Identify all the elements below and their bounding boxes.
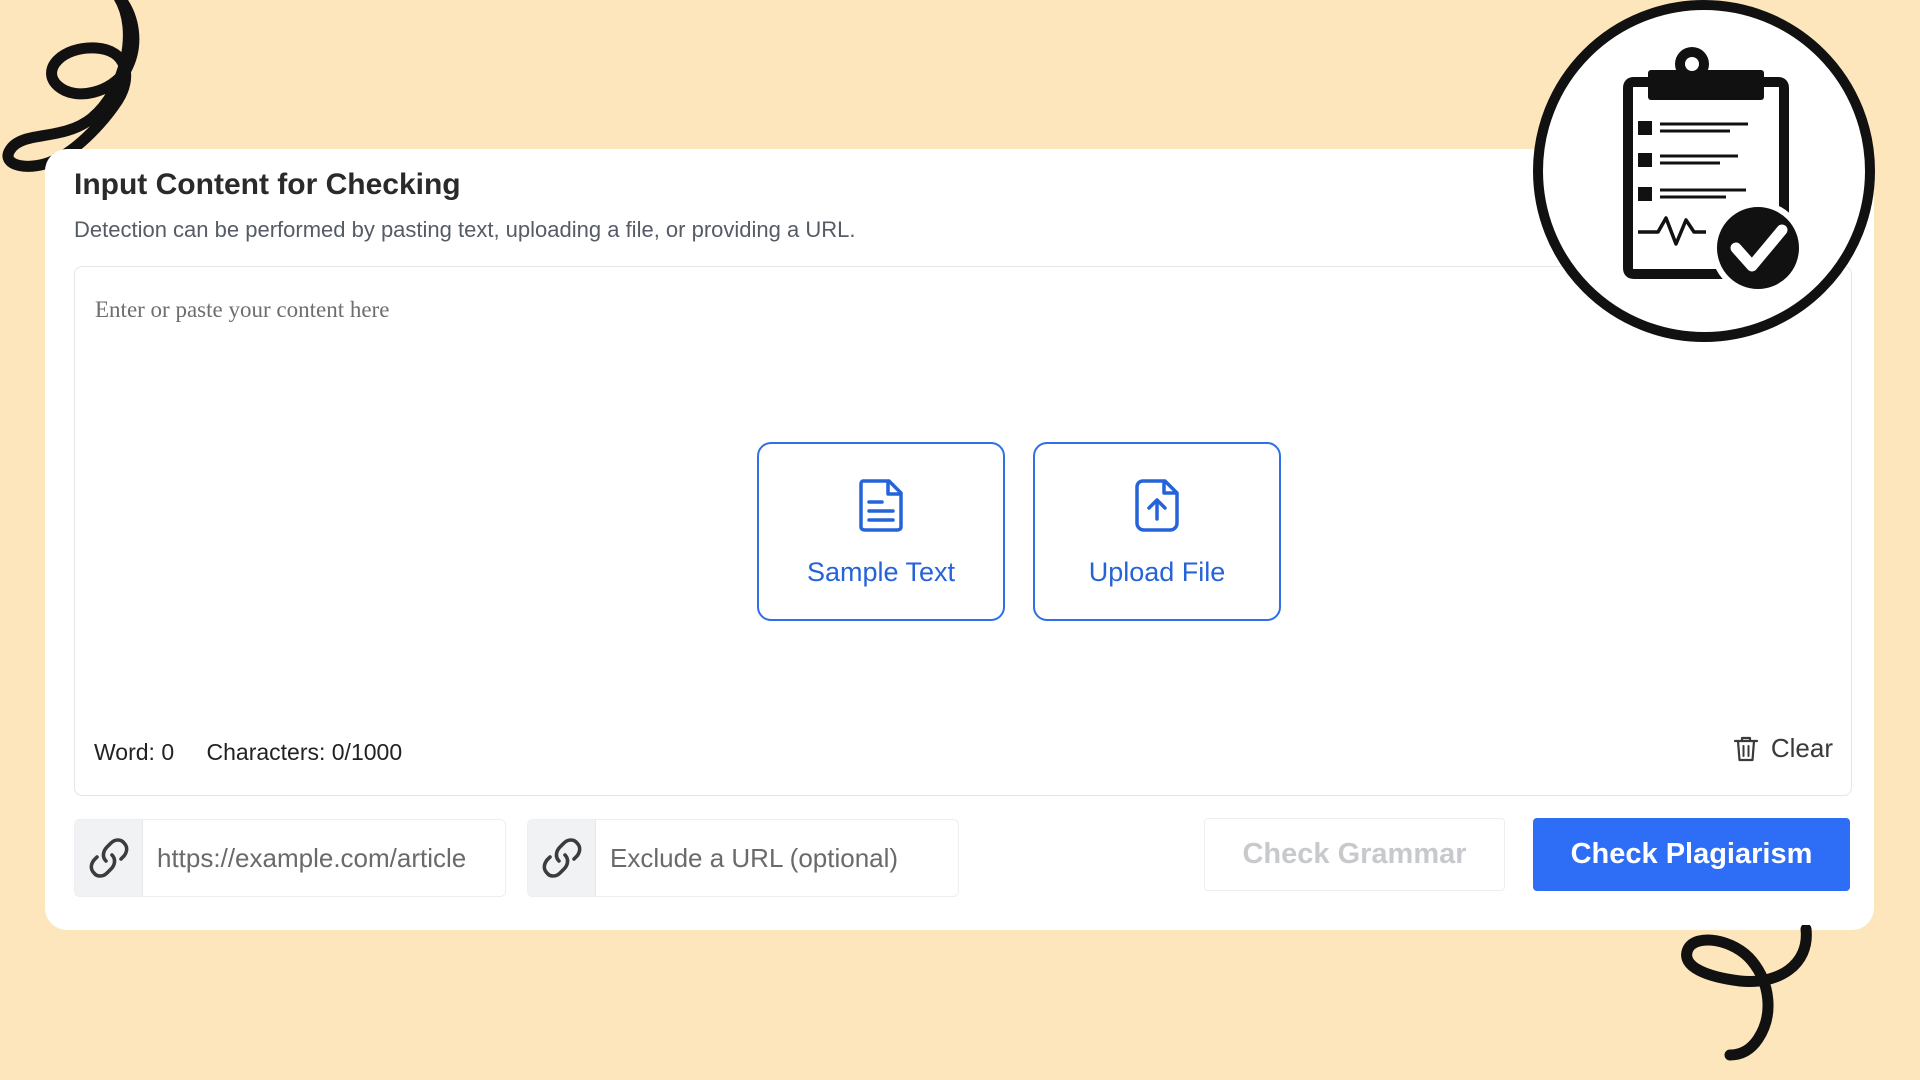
page: Input Content for Checking Detection can… xyxy=(0,0,1920,1080)
word-count: Word: 0 xyxy=(94,739,175,765)
check-grammar-button[interactable]: Check Grammar xyxy=(1204,818,1505,891)
content-editor: Sample Text Upload File Word: 0 Characte… xyxy=(74,266,1852,796)
url-icon-box xyxy=(75,820,143,896)
card-subtitle: Detection can be performed by pasting te… xyxy=(74,217,856,242)
upload-file-button[interactable]: Upload File xyxy=(1033,442,1281,621)
article-url-input[interactable] xyxy=(143,820,505,896)
clipboard-check-icon xyxy=(1533,0,1875,342)
file-upload-icon xyxy=(1135,479,1179,532)
link-icon xyxy=(89,838,128,878)
character-count: Characters: 0/1000 xyxy=(206,739,403,765)
document-icon xyxy=(859,479,903,532)
clear-button[interactable]: Clear xyxy=(1733,733,1833,764)
exclude-url-input[interactable] xyxy=(596,820,958,896)
clear-label: Clear xyxy=(1770,733,1833,763)
sample-text-button[interactable]: Sample Text xyxy=(757,442,1005,621)
exclude-url-icon-box xyxy=(528,820,596,896)
trash-icon xyxy=(1733,736,1758,761)
upload-file-label: Upload File xyxy=(1088,557,1226,587)
card-title: Input Content for Checking xyxy=(74,168,461,201)
check-plagiarism-button[interactable]: Check Plagiarism xyxy=(1533,818,1850,891)
link-icon xyxy=(542,838,581,878)
url-input-group xyxy=(74,819,506,897)
content-stats: Word: 0 Characters: 0/1000 xyxy=(94,739,428,766)
squiggle-decoration-bottom-right xyxy=(1681,925,1812,1061)
sample-text-label: Sample Text xyxy=(806,557,956,587)
exclude-url-input-group xyxy=(527,819,959,897)
